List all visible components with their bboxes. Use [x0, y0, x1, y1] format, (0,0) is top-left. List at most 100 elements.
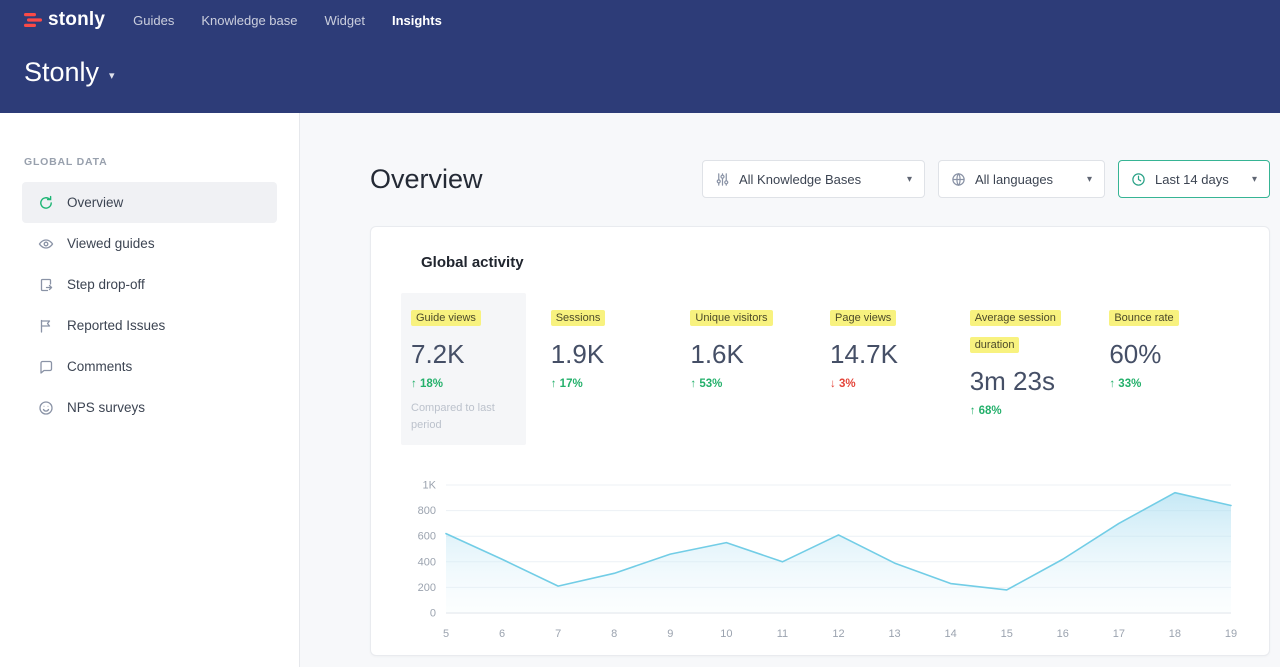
metric-label: Guide views: [411, 310, 481, 326]
filter-knowledge-bases[interactable]: All Knowledge Bases ▾: [702, 160, 925, 198]
delta-arrow-icon: ↑: [690, 378, 696, 390]
svg-text:5: 5: [443, 628, 449, 640]
overview-icon: [38, 195, 54, 211]
svg-text:0: 0: [430, 608, 436, 620]
delta-value: 33%: [1118, 378, 1141, 390]
nav-item-knowledge-base[interactable]: Knowledge base: [201, 13, 297, 28]
svg-text:8: 8: [611, 628, 617, 640]
sidebar-item-label: Overview: [67, 195, 123, 210]
svg-text:9: 9: [667, 628, 673, 640]
metrics-row: Guide views 7.2K ↑ 18% Compared to last …: [401, 293, 1239, 445]
nav-item-guides[interactable]: Guides: [133, 13, 174, 28]
sidebar-item-label: Viewed guides: [67, 236, 155, 251]
svg-text:1K: 1K: [423, 480, 437, 492]
sidebar-item-label: Reported Issues: [67, 318, 165, 333]
sidebar-item-label: NPS surveys: [67, 400, 145, 415]
metric-compare-note: Compared to last period: [411, 400, 503, 433]
main-content: Overview All Knowledge Bases ▾: [300, 113, 1280, 667]
svg-text:13: 13: [888, 628, 900, 640]
metric-label: Bounce rate: [1109, 310, 1178, 326]
nav-item-insights[interactable]: Insights: [392, 13, 442, 28]
delta-value: 18%: [420, 378, 443, 390]
globe-icon: [951, 172, 966, 187]
svg-text:18: 18: [1169, 628, 1181, 640]
sidebar-section-label: GLOBAL DATA: [24, 156, 299, 168]
workspace-title: Stonly: [24, 57, 99, 88]
metric-value: 1.6K: [690, 339, 820, 370]
svg-text:800: 800: [418, 505, 436, 517]
svg-text:14: 14: [945, 628, 957, 640]
svg-text:200: 200: [418, 582, 436, 594]
metric-label: Page views: [830, 310, 896, 326]
global-activity-chart: 02004006008001K5678910111213141516171819: [401, 475, 1239, 648]
svg-text:7: 7: [555, 628, 561, 640]
sidebar-item-label: Comments: [67, 359, 132, 374]
svg-text:15: 15: [1001, 628, 1013, 640]
metric-sessions[interactable]: Sessions 1.9K ↑ 17%: [541, 293, 681, 445]
sidebar: GLOBAL DATA Overview Viewed guides: [0, 113, 300, 667]
comment-icon: [38, 359, 54, 375]
delta-value: 53%: [699, 378, 722, 390]
delta-arrow-icon: ↑: [411, 378, 417, 390]
sidebar-item-viewed-guides[interactable]: Viewed guides: [22, 223, 277, 264]
filter-label: Last 14 days: [1155, 172, 1229, 187]
metric-label: Sessions: [551, 310, 606, 326]
delta-value: 3%: [839, 378, 856, 390]
metric-delta: ↑ 17%: [551, 378, 681, 390]
svg-text:10: 10: [720, 628, 732, 640]
svg-text:11: 11: [777, 628, 788, 640]
svg-text:17: 17: [1113, 628, 1125, 640]
metric-delta: ↑ 18%: [411, 378, 516, 390]
chevron-down-icon: ▾: [1252, 174, 1257, 185]
metric-unique-visitors[interactable]: Unique visitors 1.6K ↑ 53%: [680, 293, 820, 445]
metric-guide-views[interactable]: Guide views 7.2K ↑ 18% Compared to last …: [401, 293, 526, 445]
sidebar-item-reported-issues[interactable]: Reported Issues: [22, 305, 277, 346]
svg-text:6: 6: [499, 628, 505, 640]
stonly-logo[interactable]: stonly: [24, 9, 105, 31]
sidebar-item-label: Step drop-off: [67, 277, 145, 292]
metric-delta: ↑ 33%: [1109, 378, 1239, 390]
svg-text:12: 12: [832, 628, 844, 640]
workspace-switcher[interactable]: Stonly ▾: [24, 57, 1256, 88]
filter-languages[interactable]: All languages ▾: [938, 160, 1105, 198]
nav-item-widget[interactable]: Widget: [325, 13, 365, 28]
svg-text:400: 400: [418, 556, 436, 568]
smiley-icon: [38, 400, 54, 416]
metric-delta: ↑ 53%: [690, 378, 820, 390]
delta-value: 68%: [979, 405, 1002, 417]
brand-name: stonly: [48, 9, 105, 31]
eye-icon: [38, 236, 54, 252]
metric-bounce-rate[interactable]: Bounce rate 60% ↑ 33%: [1099, 293, 1239, 445]
sidebar-item-step-drop-off[interactable]: Step drop-off: [22, 264, 277, 305]
sidebar-item-nps-surveys[interactable]: NPS surveys: [22, 387, 277, 428]
metric-delta: ↓ 3%: [830, 378, 960, 390]
sidebar-item-comments[interactable]: Comments: [22, 346, 277, 387]
filter-label: All languages: [975, 172, 1053, 187]
metric-value: 1.9K: [551, 339, 681, 370]
metric-value: 3m 23s: [970, 366, 1100, 397]
filter-date-range[interactable]: Last 14 days ▾: [1118, 160, 1270, 198]
delta-arrow-icon: ↓: [830, 378, 836, 390]
filter-label: All Knowledge Bases: [739, 172, 861, 187]
metric-value: 14.7K: [830, 339, 960, 370]
metric-label: Unique visitors: [690, 310, 772, 326]
metric-page-views[interactable]: Page views 14.7K ↓ 3%: [820, 293, 960, 445]
chevron-down-icon: ▾: [1087, 174, 1092, 185]
metric-delta: ↑ 68%: [970, 405, 1100, 417]
card-title: Global activity: [371, 227, 1269, 271]
delta-arrow-icon: ↑: [551, 378, 557, 390]
flag-icon: [38, 318, 54, 334]
metric-avg-session-duration[interactable]: Average session duration 3m 23s ↑ 68%: [960, 293, 1100, 445]
sidebar-item-overview[interactable]: Overview: [22, 182, 277, 223]
delta-arrow-icon: ↑: [970, 405, 976, 417]
metric-value: 7.2K: [411, 339, 516, 370]
svg-text:16: 16: [1057, 628, 1069, 640]
delta-arrow-icon: ↑: [1109, 378, 1115, 390]
step-dropoff-icon: [38, 277, 54, 293]
stonly-logo-icon: [24, 12, 42, 28]
app-header: stonly Guides Knowledge base Widget Insi…: [0, 0, 1280, 113]
global-activity-card: Global activity Guide views 7.2K ↑ 18% C…: [370, 226, 1270, 656]
chevron-down-icon: ▾: [109, 69, 115, 82]
page-title: Overview: [370, 164, 483, 195]
clock-icon: [1131, 172, 1146, 187]
